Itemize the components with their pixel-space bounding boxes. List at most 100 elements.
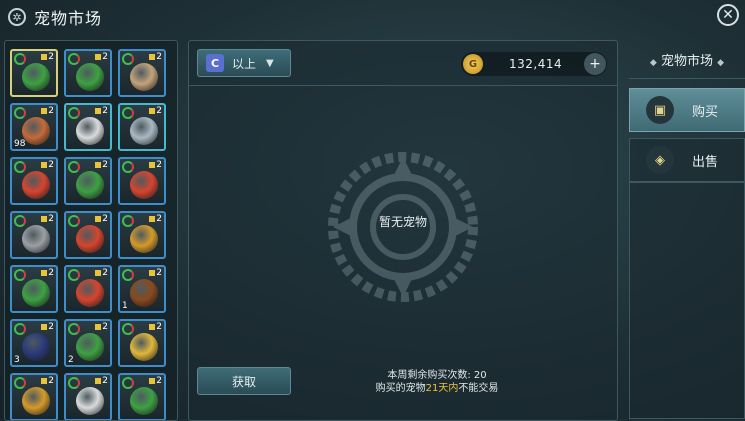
- pet-portrait: [76, 387, 104, 415]
- pet-level-tag: 2: [41, 268, 54, 278]
- pet-slot[interactable]: 2: [10, 373, 58, 420]
- grade-square-icon: [149, 378, 156, 384]
- empty-state-text: 暂无宠物: [378, 215, 427, 229]
- restriction-days: 21天内: [425, 383, 459, 394]
- pet-level: 2: [48, 376, 54, 386]
- grade-square-icon: [95, 324, 102, 330]
- obtain-button[interactable]: 获取: [197, 367, 291, 395]
- pet-slot[interactable]: 2: [10, 265, 58, 313]
- currency-amount: 132,414: [509, 57, 563, 71]
- pet-slot[interactable]: 2: [64, 211, 112, 259]
- pet-level: 2: [156, 268, 162, 278]
- grade-square-icon: [41, 162, 48, 168]
- pet-slot[interactable]: 21: [118, 265, 166, 313]
- pet-slot[interactable]: 2: [118, 211, 166, 259]
- pet-slot[interactable]: 2: [64, 157, 112, 205]
- tab-buy[interactable]: ▣ 购买: [629, 88, 745, 132]
- pet-slot[interactable]: 2: [118, 49, 166, 97]
- pet-count: 98: [14, 139, 26, 149]
- pet-slot[interactable]: 22: [64, 319, 112, 367]
- grade-square-icon: [149, 54, 156, 60]
- pet-portrait: [76, 225, 104, 253]
- chevron-down-icon: ▼: [266, 57, 274, 69]
- pet-level: 2: [102, 52, 108, 62]
- grade-square-icon: [41, 54, 48, 60]
- pet-slot[interactable]: 2: [64, 265, 112, 313]
- pet-level: 2: [48, 160, 54, 170]
- pet-level: 2: [48, 52, 54, 62]
- grade-square-icon: [41, 324, 48, 330]
- grade-square-icon: [149, 108, 156, 114]
- filter-label: 以上: [232, 56, 257, 71]
- grade-square-icon: [149, 216, 156, 222]
- page-title: 宠物市场: [34, 9, 103, 28]
- pet-ring-icon: [14, 323, 26, 335]
- pet-slot[interactable]: 2: [118, 373, 166, 420]
- pet-slot[interactable]: 2 98: [10, 103, 58, 151]
- coin-icon: G: [463, 54, 483, 74]
- grade-square-icon: [149, 324, 156, 330]
- pet-portrait: [130, 117, 158, 145]
- grade-square-icon: [95, 270, 102, 276]
- pet-slot[interactable]: 2: [10, 157, 58, 205]
- pet-slot[interactable]: 2: [10, 49, 58, 97]
- grade-square-icon: [41, 108, 48, 114]
- pet-level-tag: 2: [149, 376, 162, 386]
- pet-slot[interactable]: 23: [10, 319, 58, 367]
- add-currency-button[interactable]: +: [584, 53, 606, 75]
- pet-ring-icon: [68, 161, 80, 173]
- pet-level-tag: 2: [41, 52, 54, 62]
- close-button[interactable]: ✕: [717, 4, 739, 26]
- tab-sell[interactable]: ◈ 出售: [629, 138, 745, 182]
- listing-header: C 以上 ▼ G 132,414 +: [189, 41, 617, 86]
- pet-count: 1: [122, 301, 128, 311]
- diamond-left-icon: ◆: [649, 58, 657, 68]
- grade-square-icon: [149, 162, 156, 168]
- pet-portrait: [130, 225, 158, 253]
- pet-portrait: [76, 279, 104, 307]
- pet-ring-icon: [14, 53, 26, 65]
- pet-level-tag: 2: [41, 214, 54, 224]
- pet-ring-icon: [122, 161, 134, 173]
- pet-slot[interactable]: 2: [64, 373, 112, 420]
- pet-portrait: [22, 117, 50, 145]
- pet-portrait: [76, 171, 104, 199]
- pet-level-tag: 2: [149, 52, 162, 62]
- pet-ring-icon: [122, 107, 134, 119]
- pet-level: 2: [156, 106, 162, 116]
- pet-ring-icon: [14, 161, 26, 173]
- pet-portrait: [76, 333, 104, 361]
- pet-level-tag: 2: [149, 322, 162, 332]
- grade-square-icon: [95, 378, 102, 384]
- pet-slot[interactable]: 2: [118, 319, 166, 367]
- pet-portrait: [22, 171, 50, 199]
- pet-slot[interactable]: 2: [118, 103, 166, 151]
- pet-ring-icon: [14, 215, 26, 227]
- grade-badge: C: [206, 54, 224, 72]
- pet-slot[interactable]: 2: [64, 49, 112, 97]
- pet-level-tag: 2: [149, 214, 162, 224]
- pet-level-tag: 2: [95, 268, 108, 278]
- pet-grid: 2 2 2 2 98 2 2 2 2 2 2 2 2 2 2 2 1 2 3 2 2 2 2 2 2: [10, 49, 166, 420]
- pet-slot[interactable]: 2: [118, 157, 166, 205]
- pet-ring-icon: [14, 269, 26, 281]
- pet-level-tag: 2: [41, 322, 54, 332]
- pet-level: 2: [102, 214, 108, 224]
- pet-count: 2: [68, 355, 74, 365]
- gear-icon: ✲: [8, 8, 26, 26]
- pet-level: 2: [156, 322, 162, 332]
- grade-square-icon: [95, 216, 102, 222]
- pet-ring-icon: [122, 53, 134, 65]
- pet-slot[interactable]: 2: [10, 211, 58, 259]
- pet-level: 2: [156, 376, 162, 386]
- restriction-prefix: 购买的宠物: [375, 383, 426, 394]
- pet-portrait: [76, 63, 104, 91]
- pet-portrait: [130, 279, 158, 307]
- pet-level-tag: 2: [95, 322, 108, 332]
- pet-ring-icon: [68, 53, 80, 65]
- grade-filter-dropdown[interactable]: C 以上 ▼: [197, 49, 291, 77]
- pet-slot[interactable]: 2: [64, 103, 112, 151]
- pet-level: 2: [48, 214, 54, 224]
- pet-count: 3: [14, 355, 20, 365]
- pet-ring-icon: [122, 215, 134, 227]
